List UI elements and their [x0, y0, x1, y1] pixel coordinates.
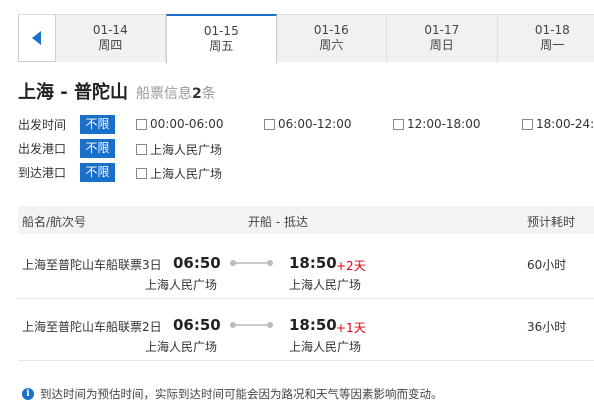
- col-time-header: 开船 - 抵达: [248, 215, 308, 229]
- option-label: 12:00-18:00: [407, 117, 481, 131]
- checkbox[interactable]: [264, 118, 275, 130]
- depart-time: 06:50: [173, 316, 221, 334]
- route-title: 上海 - 普陀山: [18, 82, 129, 103]
- option-time-00-06[interactable]: 00:00-06:00: [136, 117, 224, 131]
- filter-depart-port: 出发港口 不限: [18, 138, 115, 158]
- checkbox[interactable]: [136, 144, 147, 155]
- option-arrive-port[interactable]: 上海人民广场: [136, 165, 222, 182]
- tab-weekday: 周日: [429, 38, 454, 52]
- option-label: 上海人民广场: [150, 143, 223, 157]
- duration: 60小时: [527, 258, 567, 272]
- route-dot-start: [230, 322, 236, 328]
- filter-label: 出发港口: [18, 141, 67, 156]
- date-bar: 01-14 周四 01-15 周五 01-16 周六 01-17 周日 01-1…: [18, 14, 594, 64]
- arrive-port: 上海人民广场: [289, 340, 362, 354]
- unlimited-button[interactable]: 不限: [80, 114, 115, 134]
- depart-time: 06:50: [173, 254, 221, 272]
- filter-label: 到达港口: [18, 165, 67, 180]
- depart-port: 上海人民广场: [145, 340, 218, 354]
- plus-days: +1天: [336, 321, 366, 335]
- note-text: 到达时间为预估时间，实际到达时间可能会因为路况和天气等因素影响而变动。: [40, 387, 443, 401]
- tab-date: 01-16: [313, 23, 349, 37]
- arrive-time: 18:50: [289, 254, 337, 272]
- option-label: 18:00-24:00: [536, 117, 594, 131]
- arrow-left-icon: [32, 31, 42, 45]
- tab-date: 01-17: [424, 23, 460, 37]
- date-tab-0116[interactable]: 01-16 周六: [276, 15, 388, 62]
- route-dot-end: [267, 322, 273, 328]
- option-time-12-18[interactable]: 12:00-18:00: [393, 117, 481, 131]
- option-label: 00:00-06:00: [150, 117, 224, 131]
- col-duration-header: 预计耗时: [527, 215, 576, 229]
- arrival-note: i 到达时间为预估时间，实际到达时间可能会因为路况和天气等因素影响而变动。: [22, 386, 443, 402]
- tab-date: 01-15: [203, 24, 239, 38]
- filter-label: 出发时间: [18, 117, 67, 132]
- row-divider: [18, 298, 594, 299]
- date-tab-0118[interactable]: 01-18 周一: [497, 15, 594, 62]
- tab-weekday: 周一: [540, 38, 565, 52]
- filter-depart-time: 出发时间 不限: [18, 114, 115, 134]
- arrive-time: 18:50: [289, 316, 337, 334]
- tab-weekday: 周五: [209, 39, 234, 53]
- checkbox[interactable]: [136, 118, 147, 130]
- option-label: 06:00-12:00: [278, 117, 352, 131]
- route-line: [233, 324, 271, 326]
- option-time-06-12[interactable]: 06:00-12:00: [264, 117, 352, 131]
- date-tab-0114[interactable]: 01-14 周四: [55, 15, 167, 62]
- ship-name: 上海至普陀山车船联票3日: [22, 258, 162, 272]
- table-header: 船名/航次号 开船 - 抵达 预计耗时: [18, 206, 594, 234]
- arrive-port: 上海人民广场: [289, 278, 362, 292]
- route-dot-start: [230, 260, 236, 266]
- tab-weekday: 周六: [319, 38, 344, 52]
- row-divider: [18, 360, 594, 361]
- ship-name: 上海至普陀山车船联票2日: [22, 320, 162, 334]
- page-title: 上海 - 普陀山 船票信息 2 条: [18, 78, 216, 104]
- date-tab-0115[interactable]: 01-15 周五: [166, 14, 277, 64]
- filter-arrive-port: 到达港口 不限: [18, 162, 115, 182]
- ticket-info-label: 船票信息: [136, 86, 193, 102]
- tab-weekday: 周四: [98, 38, 123, 52]
- col-name-header: 船名/航次号: [22, 215, 87, 229]
- unlimited-button[interactable]: 不限: [80, 162, 115, 182]
- unlimited-button[interactable]: 不限: [80, 138, 115, 158]
- ticket-count: 2: [192, 86, 202, 102]
- depart-port: 上海人民广场: [145, 278, 218, 292]
- option-label: 上海人民广场: [150, 167, 223, 181]
- duration: 36小时: [527, 320, 567, 334]
- tab-date: 01-14: [92, 23, 128, 37]
- checkbox[interactable]: [522, 118, 533, 130]
- date-tab-0117[interactable]: 01-17 周日: [387, 15, 498, 62]
- checkbox[interactable]: [136, 168, 147, 179]
- option-depart-port[interactable]: 上海人民广场: [136, 141, 222, 158]
- ticket-count-unit: 条: [201, 86, 216, 102]
- checkbox[interactable]: [393, 118, 404, 130]
- prev-date-button[interactable]: [18, 15, 56, 62]
- plus-days: +2天: [336, 259, 366, 273]
- option-time-18-24[interactable]: 18:00-24:00: [522, 117, 594, 131]
- info-icon: i: [22, 388, 34, 400]
- route-line: [233, 262, 271, 264]
- route-dot-end: [267, 260, 273, 266]
- tab-date: 01-18: [534, 23, 570, 37]
